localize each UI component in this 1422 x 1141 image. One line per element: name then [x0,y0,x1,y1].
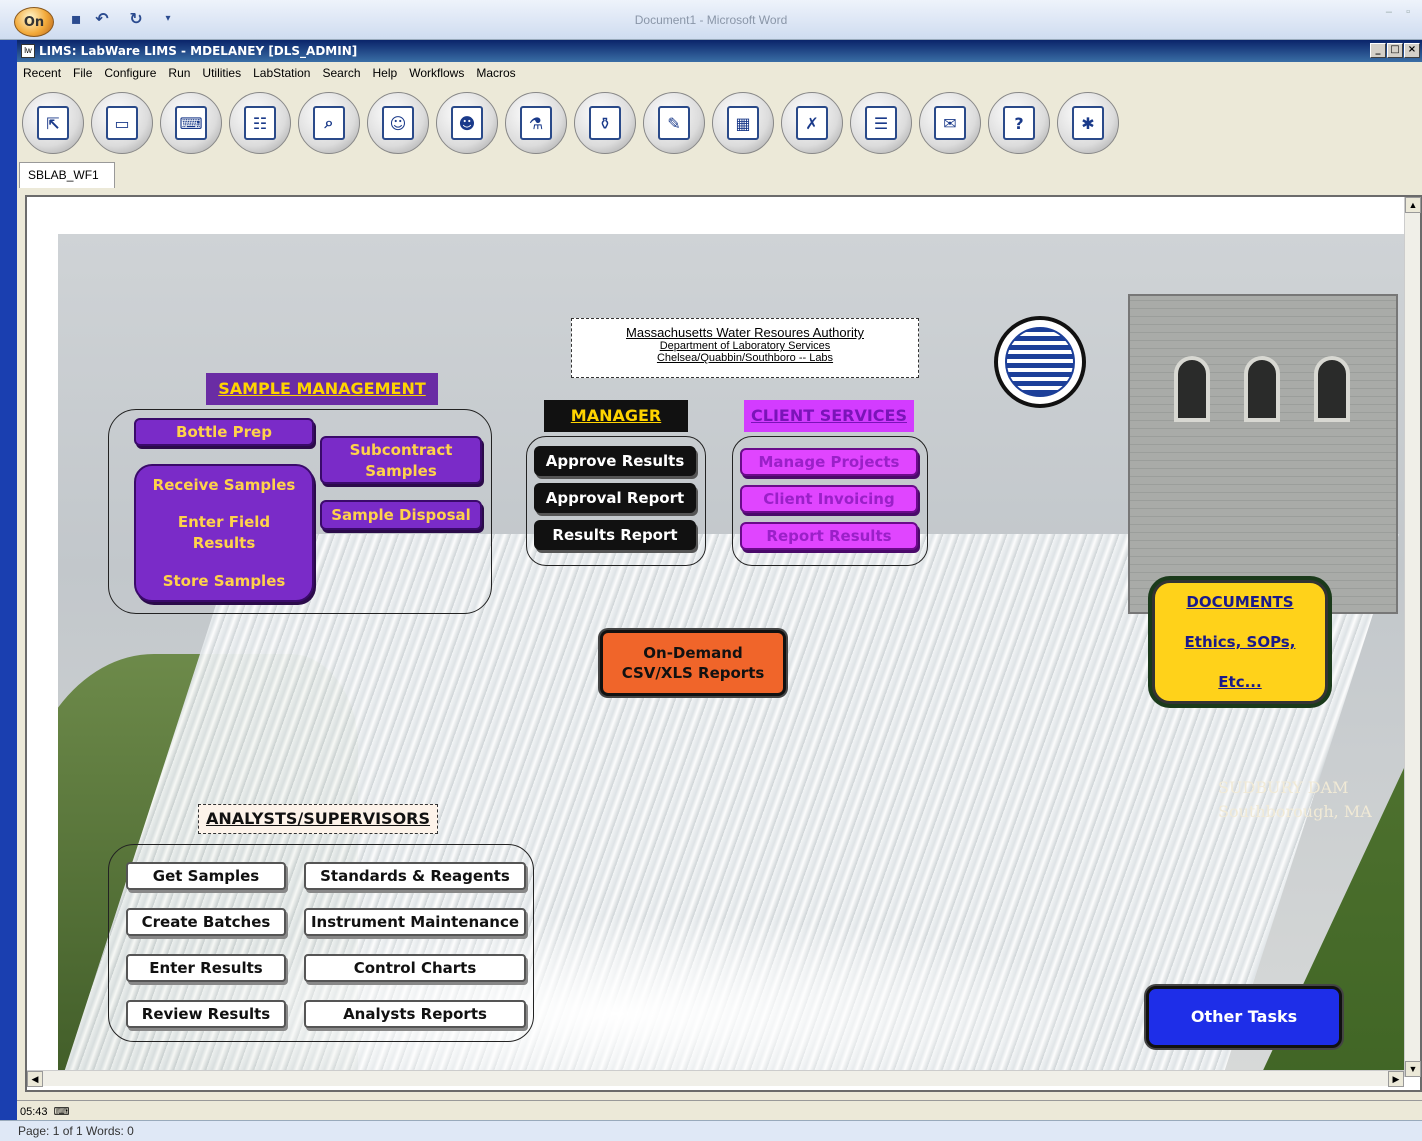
menu-bar: Recent File Configure Run Utilities LabS… [17,62,1422,84]
lab-bottles-icon[interactable]: ⚱ [574,92,636,154]
control-charts-button[interactable]: Control Charts [304,954,526,982]
documents-title[interactable]: DOCUMENTS [1155,593,1325,611]
laptop-icon[interactable]: ⌨ [160,92,222,154]
mwra-logo [994,316,1086,408]
word-title-bar: On ▪ ↶ ↻ ▾ Document1 - Microsoft Word – … [0,0,1422,40]
standards-reagents-button[interactable]: Standards & Reagents [304,862,526,890]
client-invoicing-button[interactable]: Client Invoicing [740,485,918,513]
dam-name: SUDBURY DAM [1218,778,1349,797]
lims-window-title: LIMS: LabWare LIMS - MDELANEY [DLS_ADMIN… [39,44,358,58]
menu-workflows[interactable]: Workflows [409,66,464,80]
manager-header: MANAGER [544,400,688,432]
dam-location: Southborough, MA [1218,802,1372,821]
create-batches-button[interactable]: Create Batches [126,908,286,936]
manage-projects-button[interactable]: Manage Projects [740,448,918,476]
vertical-scrollbar[interactable]: ▲ ▼ [1404,197,1421,1077]
menu-search[interactable]: Search [322,66,360,80]
lims-status-bar: 05:43 ⌨ [17,1100,1422,1122]
results-report-button[interactable]: Results Report [534,520,696,550]
scroll-down-arrow-icon[interactable]: ▼ [1405,1061,1421,1077]
flask-icon[interactable]: ⚗ [505,92,567,154]
workflow-scene: Massachusetts Water Resoures Authority D… [58,234,1404,1070]
scroll-right-arrow-icon[interactable]: ▶ [1388,1071,1404,1087]
word-maximize-button[interactable]: ▫ [1406,6,1410,18]
horizontal-scrollbar[interactable]: ◀ ▶ [27,1070,1404,1087]
tab-sblab-wf1[interactable]: SBLAB_WF1 [19,162,115,188]
sample-management-header: SAMPLE MANAGEMENT [206,373,438,405]
tower-window [1244,356,1280,422]
on-demand-label: On-Demand [643,644,743,662]
dam-tower-image [1128,294,1398,614]
instrument-maintenance-button[interactable]: Instrument Maintenance [304,908,526,936]
etc-link[interactable]: Etc... [1155,673,1325,691]
enter-field-results-button[interactable]: Enter Field Results [169,512,279,554]
client-services-header: CLIENT SERVICES [744,400,914,432]
toolbar: ⇱ ▭ ⌨ ☷ ⌕ ☺ ☻ ⚗ ⚱ ✎ ▦ ✗ ☰ ✉ ? ✱ [17,86,1422,166]
settings-tools-icon[interactable]: ✱ [1057,92,1119,154]
org-name: Massachusetts Water Resoures Authority [626,325,864,340]
tower-window [1314,356,1350,422]
csv-xls-reports-label: CSV/XLS Reports [621,664,765,682]
other-tasks-button[interactable]: Other Tasks [1146,986,1342,1048]
org-department: Department of Laboratory Services [659,340,831,352]
word-window-title: Document1 - Microsoft Word [634,13,788,27]
status-time: 05:43 [20,1106,48,1118]
ethics-sops-link[interactable]: Ethics, SOPs, [1155,633,1325,651]
review-results-button[interactable]: Review Results [126,1000,286,1028]
org-labs: Chelsea/Quabbin/Southboro -- Labs [656,352,834,364]
help-icon[interactable]: ? [988,92,1050,154]
tower-window [1174,356,1210,422]
checklist-icon[interactable]: ✎ [643,92,705,154]
report-search-icon[interactable]: ⌕ [298,92,360,154]
enter-results-button[interactable]: Enter Results [126,954,286,982]
lims-minimize-button[interactable]: _ [1370,43,1386,58]
store-samples-button[interactable]: Store Samples [136,572,312,590]
open-window-icon[interactable]: ⇱ [22,92,84,154]
scroll-up-arrow-icon[interactable]: ▲ [1405,197,1421,213]
computer-icon[interactable]: ▭ [91,92,153,154]
approve-results-button[interactable]: Approve Results [534,446,696,476]
on-demand-reports-button[interactable]: On-Demand CSV/XLS Reports [600,630,786,696]
grid-table-icon[interactable]: ▦ [712,92,774,154]
scroll-left-arrow-icon[interactable]: ◀ [27,1071,43,1087]
menu-labstation[interactable]: LabStation [253,66,310,80]
people-icon[interactable]: ☺ [367,92,429,154]
menu-run[interactable]: Run [168,66,190,80]
menu-utilities[interactable]: Utilities [202,66,241,80]
sample-disposal-button[interactable]: Sample Disposal [320,500,482,530]
bottle-prep-button[interactable]: Bottle Prep [134,418,314,446]
menu-configure[interactable]: Configure [104,66,156,80]
calendar-list-icon[interactable]: ☷ [229,92,291,154]
approval-report-button[interactable]: Approval Report [534,483,696,513]
documents-panel: DOCUMENTS Ethics, SOPs, Etc... [1152,580,1328,704]
receive-samples-group: Receive Samples Enter Field Results Stor… [134,464,314,602]
assign-user-icon[interactable]: ✉ [919,92,981,154]
lims-maximize-button[interactable]: □ [1387,43,1403,58]
menu-recent[interactable]: Recent [23,66,61,80]
lims-title-bar: LIMS: LabWare LIMS - MDELANEY [DLS_ADMIN… [17,40,1422,62]
organization-header: Massachusetts Water Resoures Authority D… [571,318,919,378]
dam-caption: SUDBURY DAM Southborough, MA [1218,776,1372,824]
word-minimize-button[interactable]: – [1386,6,1392,18]
menu-file[interactable]: File [73,66,92,80]
lims-app-icon: lw [21,44,35,58]
menu-macros[interactable]: Macros [476,66,515,80]
group-users-icon[interactable]: ☰ [850,92,912,154]
subcontract-samples-button[interactable]: Subcontract Samples [320,436,482,484]
report-results-button[interactable]: Report Results [740,522,918,550]
word-status-bar: Page: 1 of 1 Words: 0 [0,1120,1422,1141]
lims-close-button[interactable]: × [1404,43,1420,58]
receive-samples-button[interactable]: Receive Samples [136,476,312,494]
reject-sample-icon[interactable]: ✗ [781,92,843,154]
keyboard-icon: ⌨ [50,1106,70,1118]
analysts-reports-button[interactable]: Analysts Reports [304,1000,526,1028]
menu-help[interactable]: Help [373,66,398,80]
user-search-icon[interactable]: ☻ [436,92,498,154]
get-samples-button[interactable]: Get Samples [126,862,286,890]
analysts-supervisors-header: ANALYSTS/SUPERVISORS [198,804,438,834]
